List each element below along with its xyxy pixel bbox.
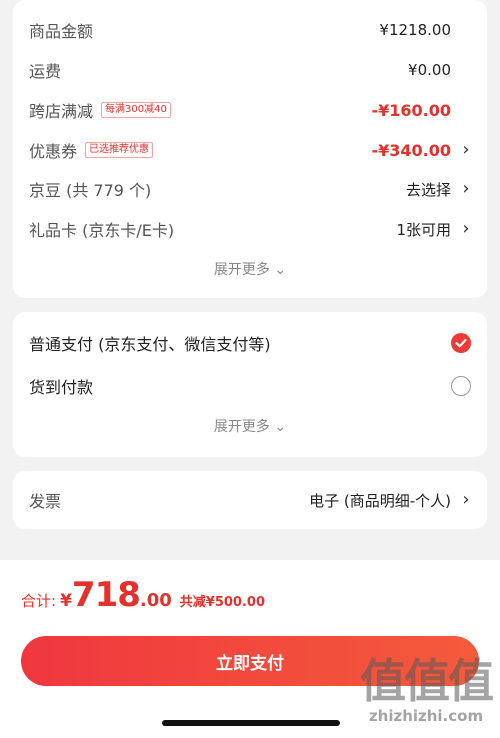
chevron-right-icon: ›: [462, 218, 470, 239]
watermark-logo: 值值值 zhizhizhi.com: [360, 654, 494, 725]
goods-amount-row: 商品金额 ¥1218.00: [29, 15, 473, 45]
invoice-card[interactable]: 发票 电子 (商品明细-个人) ›: [13, 471, 487, 529]
payment-radio-unselected[interactable]: [451, 376, 471, 396]
checkout-footer: 合计: ¥ 718 .00 共减¥500.00 立即支付 值值值 zhizhiz…: [0, 560, 500, 738]
home-indicator[interactable]: [162, 720, 340, 726]
cross-store-value: -¥160.00: [371, 100, 451, 120]
cross-store-tag: 每满300减40: [101, 102, 171, 118]
chevron-down-icon: ⌄: [269, 419, 287, 435]
payment-option-label: 货到付款: [29, 378, 94, 397]
total-price: 合计: ¥ 718 .00 共减¥500.00: [21, 575, 265, 615]
chevron-right-icon: ›: [462, 489, 470, 510]
chevron-right-icon: ›: [462, 178, 470, 199]
gift-card-value: 1张可用: [396, 220, 451, 239]
jingdou-value: 去选择: [405, 180, 451, 199]
jingdou-row[interactable]: 京豆 (共 779 个) 去选择 ›: [29, 174, 473, 204]
payment-option-normal[interactable]: 普通支付 (京东支付、微信支付等): [29, 328, 473, 358]
coupon-row[interactable]: 优惠券 已选推荐优惠 -¥340.00 ›: [29, 135, 473, 165]
checkmark-icon: [455, 338, 467, 348]
payment-option-cod[interactable]: 货到付款: [29, 371, 473, 401]
order-summary-card: 商品金额 ¥1218.00 运费 ¥0.00 跨店满减 每满300减40 -¥16…: [13, 0, 487, 298]
payment-method-card: 普通支付 (京东支付、微信支付等) 货到付款 展开更多 ⌄: [13, 312, 487, 457]
currency-symbol: ¥: [60, 591, 72, 611]
goods-amount-value: ¥1218.00: [379, 21, 451, 39]
shipping-value: ¥0.00: [408, 61, 451, 79]
chevron-right-icon: ›: [462, 139, 470, 160]
shipping-row: 运费 ¥0.00: [29, 55, 473, 85]
payment-expand-more[interactable]: 展开更多 ⌄: [13, 416, 487, 436]
total-saving: 共减¥500.00: [179, 595, 265, 610]
coupon-value: -¥340.00: [371, 140, 451, 160]
invoice-label: 发票: [29, 492, 62, 511]
summary-expand-more[interactable]: 展开更多 ⌄: [13, 259, 487, 279]
invoice-row[interactable]: 发票 电子 (商品明细-个人) ›: [29, 485, 473, 515]
total-label: 合计:: [21, 592, 57, 610]
payment-option-label: 普通支付 (京东支付、微信支付等): [29, 335, 271, 354]
shipping-label: 运费: [29, 62, 62, 81]
jingdou-label: 京豆 (共 779 个): [29, 181, 152, 200]
coupon-label: 优惠券: [29, 142, 78, 161]
cross-store-discount-row: 跨店满减 每满300减40 -¥160.00: [29, 95, 473, 125]
goods-amount-label: 商品金额: [29, 22, 94, 41]
chevron-down-icon: ⌄: [269, 262, 287, 278]
cross-store-label: 跨店满减: [29, 102, 94, 121]
gift-card-row[interactable]: 礼品卡 (京东卡/E卡) 1张可用 ›: [29, 214, 473, 244]
gift-card-label: 礼品卡 (京东卡/E卡): [29, 221, 175, 240]
coupon-tag: 已选推荐优惠: [85, 142, 154, 158]
payment-radio-selected[interactable]: [451, 333, 471, 353]
total-integer: 718: [71, 575, 141, 615]
invoice-value: 电子 (商品明细-个人): [309, 491, 451, 510]
total-decimal: .00: [139, 590, 172, 611]
